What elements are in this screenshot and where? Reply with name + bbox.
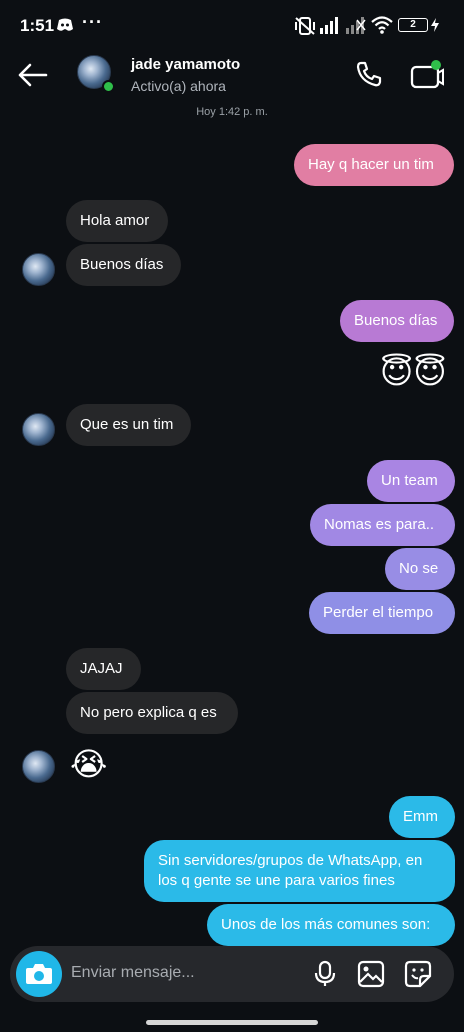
signal-icon xyxy=(320,17,338,34)
discord-icon xyxy=(57,18,73,31)
sticker-icon[interactable] xyxy=(404,960,432,988)
message-input[interactable]: Enviar mensaje... xyxy=(71,964,195,982)
conversation-timestamp: Hoy 1:42 p. m. xyxy=(196,106,268,118)
online-indicator xyxy=(102,80,115,93)
message-bubble-outgoing[interactable]: Un team xyxy=(367,460,455,502)
emoji-message[interactable]: 😭 xyxy=(70,746,107,782)
message-bubble-outgoing[interactable]: Perder el tiempo xyxy=(309,592,455,634)
message-bubble-incoming[interactable]: Buenos días xyxy=(66,244,181,286)
wifi-icon xyxy=(371,16,393,34)
emoji-message[interactable]: 😇😇 xyxy=(380,354,447,390)
message-bubble-outgoing[interactable]: Sin servidores/grupos de WhatsApp, en lo… xyxy=(144,840,455,902)
message-bubble-incoming[interactable]: No pero explica q es xyxy=(66,692,238,734)
home-indicator[interactable] xyxy=(146,1020,318,1025)
microphone-icon[interactable] xyxy=(311,960,339,988)
message-bubble-outgoing[interactable]: Buenos días xyxy=(340,300,454,342)
status-bar: 1:51 ··· 2 xyxy=(0,0,464,52)
gallery-icon[interactable] xyxy=(357,960,385,988)
camera-icon xyxy=(26,964,52,984)
message-composer: Enviar mensaje... xyxy=(10,946,454,1002)
voice-call-icon[interactable] xyxy=(355,60,383,88)
message-bubble-outgoing[interactable]: No se xyxy=(385,548,455,590)
chat-header: jade yamamoto Activo(a) ahora xyxy=(0,52,464,98)
signal-weak-icon xyxy=(346,17,366,34)
message-bubble-outgoing[interactable]: Unos de los más comunes son: xyxy=(207,904,455,946)
battery-icon: 2 xyxy=(398,18,428,32)
contact-avatar[interactable] xyxy=(77,55,115,93)
message-bubble-outgoing[interactable]: Emm xyxy=(389,796,455,838)
contact-name[interactable]: jade yamamoto xyxy=(131,56,240,73)
back-arrow-icon[interactable] xyxy=(16,60,50,90)
video-call-icon[interactable] xyxy=(410,59,444,89)
status-time: 1:51 xyxy=(20,16,55,35)
message-bubble-outgoing[interactable]: Nomas es para.. xyxy=(310,504,455,546)
charging-icon xyxy=(431,18,439,32)
contact-activity-status: Activo(a) ahora xyxy=(131,78,226,94)
sender-avatar[interactable] xyxy=(22,253,55,286)
sender-avatar[interactable] xyxy=(22,750,55,783)
more-notifications-icon: ··· xyxy=(82,12,103,32)
vibrate-off-icon xyxy=(295,17,315,35)
message-bubble-incoming[interactable]: Hola amor xyxy=(66,200,168,242)
camera-button[interactable] xyxy=(16,951,62,997)
message-bubble-incoming[interactable]: Que es un tim xyxy=(66,404,191,446)
message-bubble-outgoing[interactable]: Hay q hacer un tim xyxy=(294,144,454,186)
message-bubble-incoming[interactable]: JAJAJ xyxy=(66,648,141,690)
sender-avatar[interactable] xyxy=(22,413,55,446)
